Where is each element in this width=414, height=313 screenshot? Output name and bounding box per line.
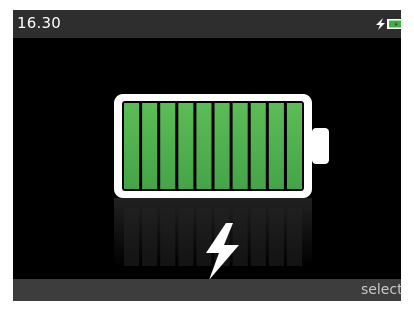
status-charging-bolt-icon [376, 18, 385, 30]
battery-charging-graphic [114, 94, 329, 280]
charge-segment [268, 103, 284, 189]
bottom-bar: select [13, 279, 401, 301]
charge-segment [178, 103, 194, 189]
battery-reflection [114, 198, 312, 268]
select-softkey[interactable]: select [361, 281, 401, 299]
status-bar: 16.30 ⚡ [13, 10, 401, 38]
charge-segment [142, 103, 158, 189]
status-icons: ⚡ [376, 18, 401, 30]
charge-segment-reflection [232, 208, 248, 266]
battery-icon [114, 94, 329, 198]
charge-segment [232, 103, 248, 189]
charge-segment [250, 103, 266, 189]
charge-segment-reflection [250, 208, 266, 266]
status-battery-icon: ⚡ [387, 19, 401, 29]
battery-terminal [312, 128, 329, 164]
charge-segment-reflection [286, 208, 302, 266]
charge-segment-reflection [142, 208, 158, 266]
charge-segment-reflection [178, 208, 194, 266]
charge-segment-reflection [124, 208, 140, 266]
svg-text:⚡: ⚡ [394, 22, 398, 29]
charge-segment-reflection [160, 208, 176, 266]
charge-segment-reflection [268, 208, 284, 266]
charge-segment [214, 103, 230, 189]
status-time: 16.30 [17, 14, 61, 32]
charge-segment [286, 103, 302, 189]
charging-screen [13, 38, 401, 288]
device-screen: 16.30 ⚡ select [13, 10, 401, 301]
charge-segment-reflection [196, 208, 212, 266]
charge-segment [160, 103, 176, 189]
charge-segment [124, 103, 140, 189]
charge-segment [196, 103, 212, 189]
